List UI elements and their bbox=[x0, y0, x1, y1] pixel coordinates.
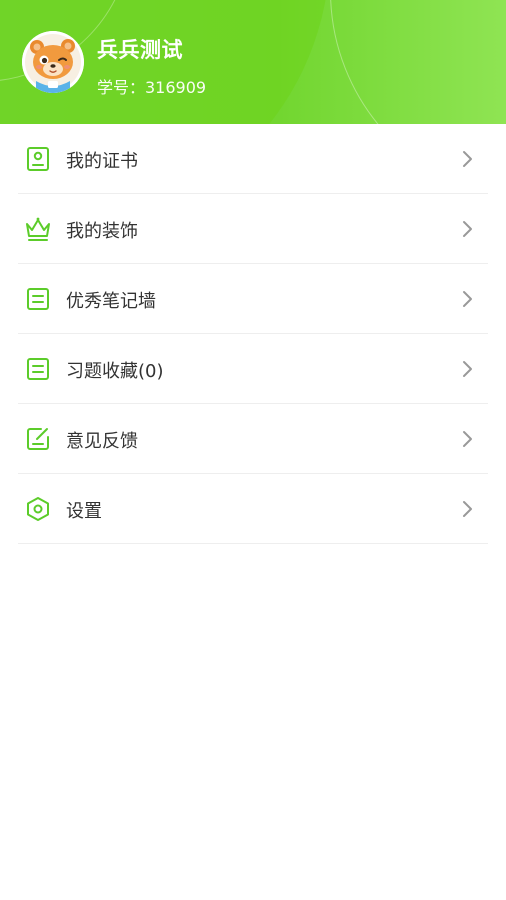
notes-icon bbox=[27, 358, 49, 380]
chevron-right-icon bbox=[463, 501, 472, 517]
notes-icon bbox=[27, 288, 49, 310]
settings-hexagon-icon bbox=[27, 497, 49, 521]
chevron-right-icon bbox=[463, 221, 472, 237]
menu-item-label: 习题收藏(0) bbox=[66, 361, 164, 382]
menu-item-decorations[interactable]: 我的装饰 bbox=[18, 194, 488, 264]
menu-item-label: 设置 bbox=[66, 501, 102, 522]
profile-menu: 我的证书 我的装饰 优秀笔记墙 习题收藏(0) 意见反馈 设置 bbox=[18, 124, 488, 544]
chevron-right-icon bbox=[463, 151, 472, 167]
menu-item-label: 优秀笔记墙 bbox=[66, 291, 156, 312]
menu-item-notes-wall[interactable]: 优秀笔记墙 bbox=[18, 264, 488, 334]
menu-item-exercise-favorites[interactable]: 习题收藏(0) bbox=[18, 334, 488, 404]
student-id: 学号：316909 bbox=[97, 78, 207, 97]
menu-item-feedback[interactable]: 意见反馈 bbox=[18, 404, 488, 474]
bear-avatar-icon bbox=[22, 31, 84, 93]
profile-header: 兵兵测试 学号：316909 bbox=[0, 0, 506, 124]
menu-item-label: 我的装饰 bbox=[66, 221, 138, 242]
crown-icon bbox=[26, 217, 50, 241]
menu-item-label: 我的证书 bbox=[66, 151, 138, 172]
feedback-icon bbox=[27, 428, 49, 450]
menu-item-certificate[interactable]: 我的证书 bbox=[18, 124, 488, 194]
certificate-icon bbox=[27, 147, 49, 171]
menu-item-label: 意见反馈 bbox=[66, 431, 138, 452]
avatar[interactable] bbox=[22, 31, 84, 93]
header-decoration bbox=[330, 0, 506, 124]
user-name: 兵兵测试 bbox=[97, 38, 183, 62]
menu-item-settings[interactable]: 设置 bbox=[18, 474, 488, 544]
chevron-right-icon bbox=[463, 291, 472, 307]
chevron-right-icon bbox=[463, 361, 472, 377]
chevron-right-icon bbox=[463, 431, 472, 447]
